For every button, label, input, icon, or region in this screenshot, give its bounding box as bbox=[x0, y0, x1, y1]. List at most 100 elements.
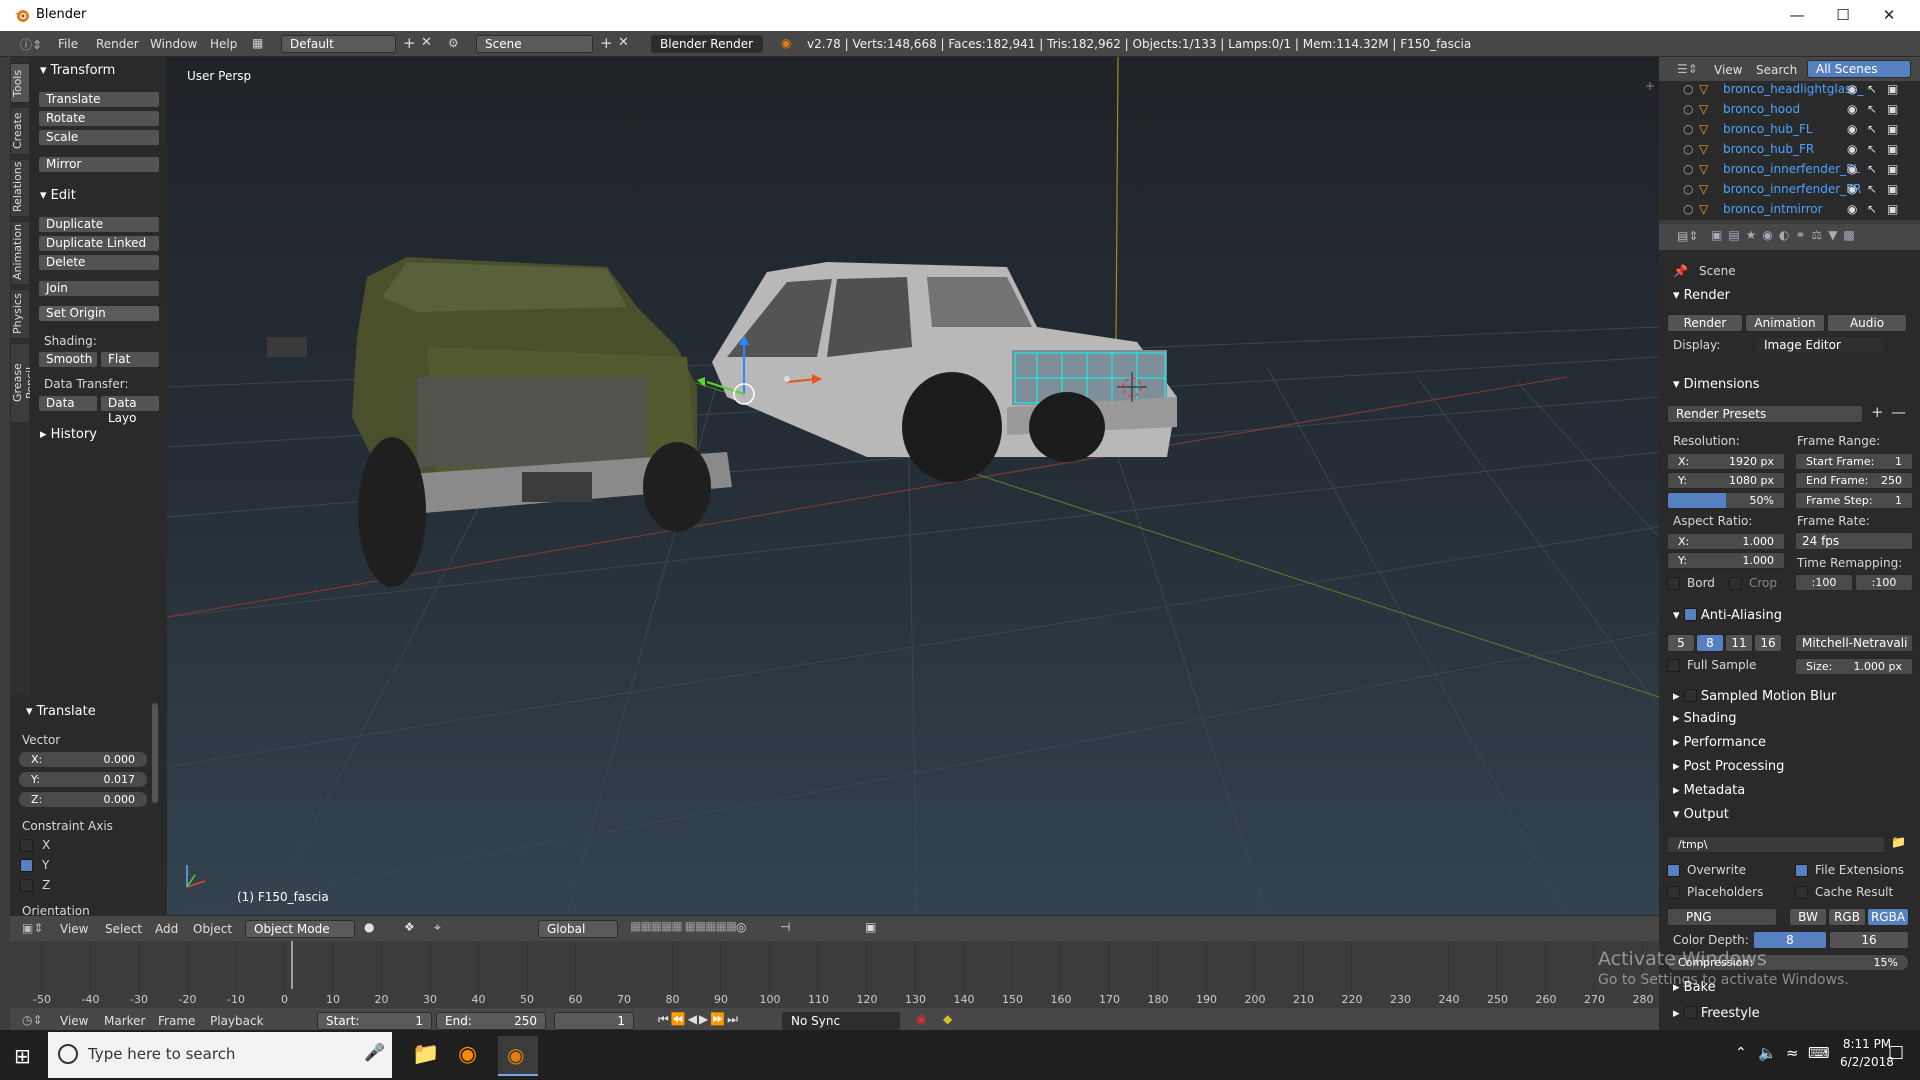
layout-icon[interactable]: ▦ bbox=[252, 36, 263, 50]
delete-button[interactable]: Delete bbox=[38, 254, 160, 271]
start-frame-field[interactable]: Start: 1 bbox=[317, 1012, 432, 1030]
render-panel-header[interactable]: ▾ Render bbox=[1673, 288, 1730, 303]
add-scene-icon[interactable]: + bbox=[600, 34, 613, 52]
border-checkbox[interactable] bbox=[1667, 577, 1680, 590]
freestyle-checkbox[interactable] bbox=[1683, 1006, 1697, 1019]
visibility-eye-icon[interactable]: ◉ bbox=[1847, 82, 1857, 96]
editor-type-icon[interactable]: ⓘ⇕ bbox=[20, 36, 42, 53]
tab-tools[interactable]: Tools bbox=[10, 63, 30, 103]
renderable-camera-icon[interactable]: ▣ bbox=[1887, 102, 1898, 116]
edit-panel-header[interactable]: ▾ Edit bbox=[30, 185, 167, 207]
manipulator-icon[interactable]: ⌖ bbox=[434, 920, 441, 935]
freestyle-panel-header[interactable]: ▸ Freestyle bbox=[1673, 1004, 1760, 1021]
remove-preset-icon[interactable]: — bbox=[1891, 403, 1906, 421]
green-truck-model[interactable] bbox=[267, 257, 732, 587]
translate-button[interactable]: Translate bbox=[38, 91, 160, 108]
editor-type-timeline-icon[interactable]: ◷⇕ bbox=[22, 1013, 43, 1027]
layers-icon[interactable]: ▦▦▦▦▦ ▦▦▦▦▦ bbox=[630, 919, 737, 933]
windows-start-icon[interactable]: ⊞ bbox=[14, 1044, 31, 1068]
tab-grease-pencil[interactable]: Grease Pencil bbox=[10, 343, 37, 423]
rgb-button[interactable]: RGB bbox=[1828, 908, 1866, 926]
selectable-cursor-icon[interactable]: ↖ bbox=[1867, 122, 1877, 136]
selectable-cursor-icon[interactable]: ↖ bbox=[1867, 182, 1877, 196]
constraint-z-checkbox[interactable] bbox=[20, 879, 33, 892]
add-preset-icon[interactable]: + bbox=[1871, 403, 1884, 421]
remap-old-field[interactable]: :100 bbox=[1795, 574, 1853, 591]
outliner-display-select[interactable]: All Scenes bbox=[1807, 60, 1911, 78]
timeline-view-menu[interactable]: View bbox=[60, 1014, 88, 1028]
volume-icon[interactable]: 🔈 bbox=[1758, 1044, 1777, 1062]
minimize-button[interactable]: — bbox=[1780, 4, 1814, 26]
properties-context-icons[interactable]: ▣▤★◉◐⚭⚖▼▩ bbox=[1711, 228, 1861, 242]
object-menu[interactable]: Object bbox=[193, 922, 232, 936]
selectable-cursor-icon[interactable]: ↖ bbox=[1867, 102, 1877, 116]
shading-panel-header[interactable]: ▸ Shading bbox=[1673, 711, 1736, 726]
view-menu[interactable]: View bbox=[60, 922, 88, 936]
cache-result-checkbox[interactable] bbox=[1795, 886, 1808, 899]
aa-checkbox[interactable] bbox=[1683, 608, 1697, 621]
data-button[interactable]: Data bbox=[38, 395, 98, 412]
remap-new-field[interactable]: :100 bbox=[1855, 574, 1913, 591]
join-button[interactable]: Join bbox=[38, 280, 160, 297]
dimensions-panel-header[interactable]: ▾ Dimensions bbox=[1673, 377, 1760, 392]
scene-icon[interactable]: ⚙ bbox=[448, 36, 459, 50]
outliner-expand-icon[interactable]: ○ bbox=[1683, 82, 1693, 96]
start-frame-prop[interactable]: Start Frame: 1 bbox=[1795, 453, 1913, 470]
full-sample-checkbox[interactable] bbox=[1667, 659, 1680, 672]
performance-panel-header[interactable]: ▸ Performance bbox=[1673, 735, 1766, 750]
menu-render[interactable]: Render bbox=[96, 37, 139, 51]
aa-5-button[interactable]: 5 bbox=[1667, 634, 1695, 652]
post-processing-panel-header[interactable]: ▸ Post Processing bbox=[1673, 759, 1784, 774]
aspect-x-field[interactable]: X: 1.000 bbox=[1667, 533, 1785, 550]
aa-8-button[interactable]: 8 bbox=[1696, 634, 1724, 652]
depth-8-button[interactable]: 8 bbox=[1753, 931, 1827, 949]
renderable-camera-icon[interactable]: ▣ bbox=[1887, 182, 1898, 196]
tab-relations[interactable]: Relations bbox=[10, 159, 30, 217]
visibility-eye-icon[interactable]: ◉ bbox=[1847, 182, 1857, 196]
add-layout-icon[interactable]: + bbox=[403, 34, 416, 52]
menu-file[interactable]: File bbox=[58, 37, 78, 51]
duplicate-button[interactable]: Duplicate bbox=[38, 216, 160, 233]
visibility-eye-icon[interactable]: ◉ bbox=[1847, 102, 1857, 116]
taskbar-search-box[interactable]: Type here to search 🎤 bbox=[48, 1032, 392, 1078]
maximize-button[interactable]: ☐ bbox=[1826, 4, 1860, 26]
selectable-cursor-icon[interactable]: ↖ bbox=[1867, 82, 1877, 96]
outliner-view-menu[interactable]: View bbox=[1714, 63, 1742, 77]
outliner-expand-icon[interactable]: ○ bbox=[1683, 122, 1693, 136]
renderable-camera-icon[interactable]: ▣ bbox=[1887, 122, 1898, 136]
mode-select[interactable]: Object Mode bbox=[245, 920, 355, 938]
menu-window[interactable]: Window bbox=[150, 37, 197, 51]
tab-physics[interactable]: Physics bbox=[10, 289, 30, 339]
constraint-y-checkbox[interactable] bbox=[20, 859, 33, 872]
renderable-camera-icon[interactable]: ▣ bbox=[1887, 162, 1898, 176]
animation-button[interactable]: Animation bbox=[1745, 314, 1825, 332]
frame-step-prop[interactable]: Frame Step: 1 bbox=[1795, 492, 1913, 509]
render-view-icon[interactable]: ▣ bbox=[865, 920, 876, 934]
constraint-x-checkbox[interactable] bbox=[20, 839, 33, 852]
keyboard-icon[interactable]: ⌨ bbox=[1808, 1044, 1830, 1062]
render-engine-select[interactable]: Blender Render bbox=[651, 35, 763, 53]
tab-create[interactable]: Create bbox=[10, 107, 30, 155]
remove-layout-icon[interactable]: ✕ bbox=[421, 35, 432, 50]
history-panel-header[interactable]: ▸ History bbox=[30, 424, 167, 446]
end-frame-prop[interactable]: End Frame: 250 bbox=[1795, 472, 1913, 489]
render-presets-select[interactable]: Render Presets bbox=[1667, 405, 1863, 423]
pivot-icon[interactable]: ❖ bbox=[404, 920, 415, 934]
shading-mode-icon[interactable]: ● bbox=[364, 920, 374, 934]
selectable-cursor-icon[interactable]: ↖ bbox=[1867, 202, 1877, 216]
add-menu[interactable]: Add bbox=[155, 922, 178, 936]
visibility-eye-icon[interactable]: ◉ bbox=[1847, 142, 1857, 156]
file-format-select[interactable]: PNG bbox=[1667, 908, 1777, 926]
aa-size-field[interactable]: Size: 1.000 px bbox=[1795, 658, 1913, 675]
scale-button[interactable]: Scale bbox=[38, 129, 160, 146]
sync-select[interactable]: No Sync bbox=[782, 1012, 900, 1030]
playback-menu[interactable]: Playback bbox=[210, 1014, 264, 1028]
bw-button[interactable]: BW bbox=[1789, 908, 1827, 926]
selectable-cursor-icon[interactable]: ↖ bbox=[1867, 142, 1877, 156]
aa-11-button[interactable]: 11 bbox=[1725, 634, 1753, 652]
res-x-field[interactable]: X: 1920 px bbox=[1667, 453, 1785, 470]
visibility-eye-icon[interactable]: ◉ bbox=[1847, 202, 1857, 216]
res-percent-slider[interactable]: 50% bbox=[1667, 492, 1785, 509]
end-frame-field[interactable]: End: 250 bbox=[436, 1012, 546, 1030]
selectable-cursor-icon[interactable]: ↖ bbox=[1867, 162, 1877, 176]
